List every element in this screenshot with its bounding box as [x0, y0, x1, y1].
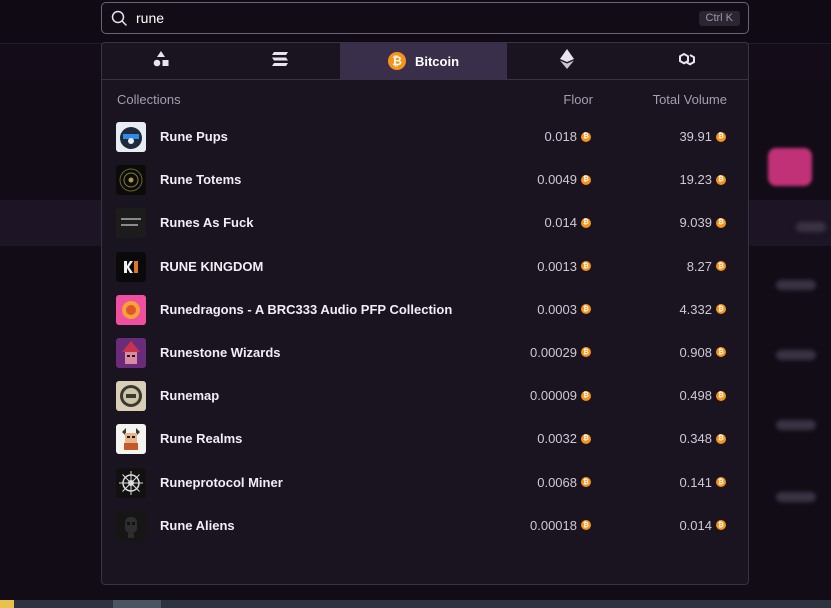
tab-bitcoin[interactable]: ₿ Bitcoin — [339, 43, 508, 79]
collection-name: Rune Pups — [160, 129, 228, 144]
collection-name: Rune Aliens — [160, 517, 235, 533]
solana-icon — [271, 51, 289, 72]
bitcoin-icon: ₿ — [716, 433, 726, 444]
bitcoin-icon: ₿ — [581, 520, 591, 531]
bitcoin-icon: ₿ — [581, 477, 591, 487]
collection-name: Rune Totems — [160, 172, 242, 188]
total-volume: 0.498 ₿ — [679, 388, 726, 403]
bitcoin-icon: ₿ — [581, 174, 591, 185]
background-blur — [776, 350, 816, 360]
total-volume: 9.039 ₿ — [679, 215, 726, 230]
total-volume: 8.27 ₿ — [687, 259, 726, 274]
collection-avatar — [116, 251, 146, 282]
total-volume: 0.348 ₿ — [679, 431, 726, 446]
bitcoin-icon: ₿ — [716, 477, 726, 487]
search-results-dropdown: ₿ Bitcoin Collections Floor Total Volume… — [101, 42, 749, 585]
floor-price: 0.00029 ₿ — [530, 345, 591, 360]
total-volume: 0.908 ₿ — [679, 345, 726, 360]
collection-name: Runeprotocol Miner — [160, 474, 283, 490]
collection-avatar — [116, 381, 146, 412]
bitcoin-icon: ₿ — [716, 304, 726, 315]
collection-avatar — [116, 165, 146, 196]
bitcoin-icon: ₿ — [716, 174, 726, 185]
collection-name: Runemap — [160, 388, 220, 404]
collection-avatar — [116, 510, 146, 541]
bitcoin-icon: ₿ — [716, 217, 726, 228]
collection-avatar — [116, 467, 146, 498]
ethereum-icon — [559, 48, 574, 74]
bitcoin-icon: ₿ — [581, 390, 591, 401]
shapes-icon — [152, 50, 170, 73]
total-volume: 0.014 ₿ — [679, 518, 726, 533]
collection-row[interactable]: Rune Realms 0.0032 ₿ 0.348 ₿ — [102, 418, 748, 461]
header-floor: Floor — [563, 92, 593, 107]
collection-avatar — [116, 208, 146, 239]
background-blur — [776, 420, 816, 430]
collection-row[interactable]: RUNE KINGDOM 0.0013 ₿ 8.27 ₿ — [102, 246, 748, 289]
collection-name: Rune Realms — [160, 431, 243, 447]
bitcoin-icon: ₿ — [581, 217, 591, 228]
bitcoin-icon: ₿ — [716, 390, 726, 401]
total-volume: 19.23 ₿ — [679, 172, 726, 187]
floor-price: 0.0003 ₿ — [537, 302, 591, 317]
bitcoin-icon: ₿ — [387, 52, 406, 70]
collection-avatar — [116, 424, 146, 455]
tab-solana[interactable] — [221, 43, 340, 79]
search-icon — [110, 9, 128, 27]
search-bar[interactable]: Ctrl K — [101, 2, 749, 34]
tab-bitcoin-label: Bitcoin — [414, 53, 460, 69]
results-list: Rune Pups 0.018 ₿ 39.91 ₿ Rune Totems 0.00… — [102, 116, 748, 548]
collection-name: Runes As Fuck — [160, 215, 254, 231]
collection-row[interactable]: Runeprotocol Miner 0.0068 ₿ 0.141 ₿ — [102, 462, 748, 505]
search-input[interactable] — [136, 6, 676, 30]
results-header: Collections Floor Total Volume — [102, 80, 748, 116]
total-volume: 0.141 ₿ — [679, 475, 726, 490]
collection-avatar — [116, 294, 146, 325]
floor-price: 0.014 ₿ — [544, 215, 591, 230]
bitcoin-icon: ₿ — [716, 131, 726, 142]
collection-avatar — [116, 337, 146, 368]
background-blur — [776, 492, 816, 502]
background-blur — [776, 280, 816, 290]
bitcoin-icon: ₿ — [716, 520, 726, 531]
tab-ethereum[interactable] — [507, 43, 626, 79]
collection-avatar — [116, 122, 146, 152]
background-bottom-bar — [0, 600, 831, 608]
collection-row[interactable]: Runemap 0.00009 ₿ 0.498 ₿ — [102, 375, 748, 418]
floor-price: 0.0032 ₿ — [537, 431, 591, 446]
bitcoin-icon: ₿ — [581, 131, 591, 142]
floor-price: 0.0049 ₿ — [537, 172, 591, 187]
background-blur — [796, 222, 826, 232]
header-total-volume: Total Volume — [652, 92, 727, 107]
collection-row[interactable]: Rune Pups 0.018 ₿ 39.91 ₿ — [102, 116, 748, 159]
bitcoin-icon: ₿ — [581, 261, 591, 272]
total-volume: 39.91 ₿ — [679, 129, 726, 144]
collection-row[interactable]: Runedragons - A BRC333 Audio PFP Collect… — [102, 289, 748, 332]
collection-row[interactable]: Runes As Fuck 0.014 ₿ 9.039 ₿ — [102, 202, 748, 245]
tab-all-chains[interactable] — [102, 43, 221, 79]
collection-row[interactable]: Rune Aliens 0.00018 ₿ 0.014 ₿ — [102, 505, 748, 548]
floor-price: 0.0068 ₿ — [537, 475, 591, 490]
tab-polygon[interactable] — [626, 43, 748, 79]
bitcoin-icon: ₿ — [581, 347, 591, 358]
bitcoin-icon: ₿ — [716, 261, 726, 272]
background-pink-button — [768, 148, 812, 186]
polygon-icon — [676, 50, 698, 73]
floor-price: 0.00009 ₿ — [530, 388, 591, 403]
header-collections: Collections — [117, 92, 181, 107]
floor-price: 0.018 ₿ — [544, 129, 591, 144]
bitcoin-icon: ₿ — [581, 304, 591, 315]
bitcoin-icon: ₿ — [581, 433, 591, 444]
bitcoin-icon: ₿ — [716, 347, 726, 358]
collection-row[interactable]: Runestone Wizards 0.00029 ₿ 0.908 ₿ — [102, 332, 748, 375]
collection-name: RUNE KINGDOM — [160, 258, 264, 274]
floor-price: 0.0013 ₿ — [537, 259, 591, 274]
keyboard-shortcut-badge: Ctrl K — [698, 11, 740, 26]
collection-row[interactable]: Rune Totems 0.0049 ₿ 19.23 ₿ — [102, 159, 748, 202]
collection-name: Runestone Wizards — [160, 344, 281, 360]
chain-tabs: ₿ Bitcoin — [102, 43, 748, 80]
floor-price: 0.00018 ₿ — [530, 518, 591, 533]
total-volume: 4.332 ₿ — [679, 302, 726, 317]
collection-name: Runedragons - A BRC333 Audio PFP Collect… — [160, 301, 453, 317]
